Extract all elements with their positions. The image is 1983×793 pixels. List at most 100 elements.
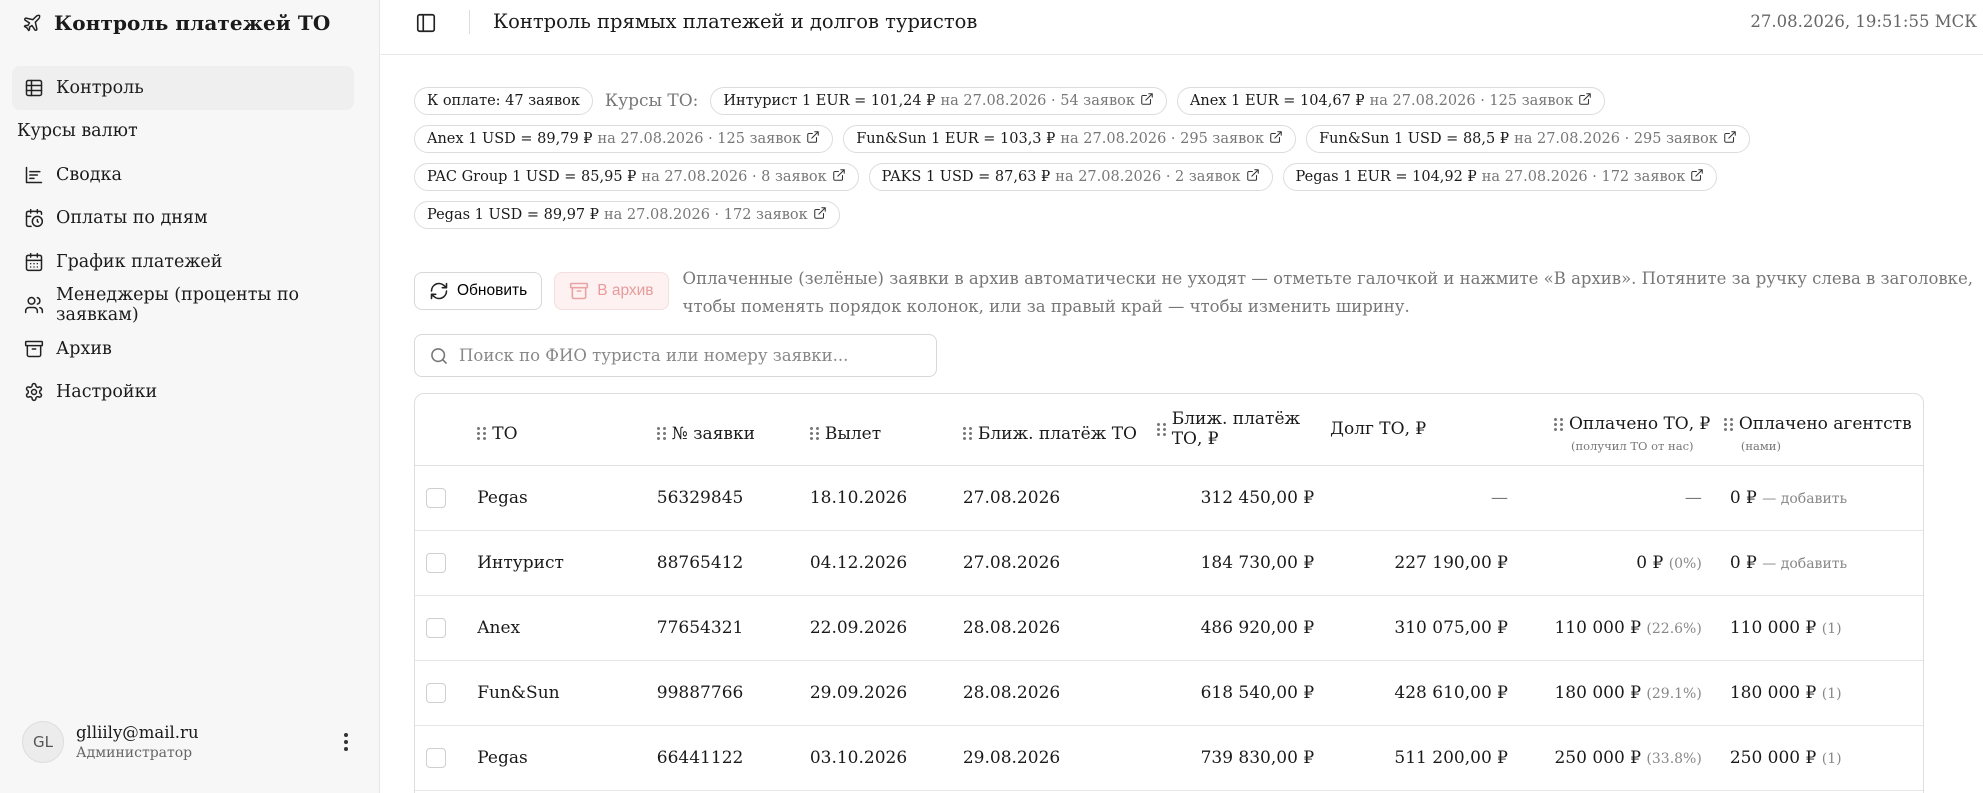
brand[interactable]: Контроль платежей ТО [22,8,330,38]
table-row[interactable]: Fun&Sun 99887766 29.09.2026 28.08.2026 6… [415,660,1923,725]
cell-paid-to: 0 ₽ (0%) [1636,552,1702,573]
drag-handle-icon[interactable] [809,427,819,440]
cell-debt: 511 200,00 ₽ [1394,747,1508,768]
drag-handle-icon[interactable] [1553,417,1563,431]
cell-to: Anex [477,617,521,638]
rate-chip[interactable]: Fun&Sun 1 EUR = 103,3 ₽ на 27.08.2026 · 2… [843,125,1297,153]
cell-next-date: 27.08.2026 [962,552,1061,573]
rate-chip[interactable]: Pegas 1 USD = 89,97 ₽ на 27.08.2026 · 172… [414,201,840,229]
calendar-clock-icon [24,208,44,228]
cell-debt: 227 190,00 ₽ [1394,552,1508,573]
sidebar-item-label: Курсы валют [17,121,138,142]
cell-to: Pegas [477,747,528,768]
table-header-row: ТО № заявки Вылет Ближ. платёж ТО Ближ. … [415,394,1923,466]
drag-handle-icon[interactable] [1156,422,1166,436]
cell-paid-agency[interactable]: 250 000 ₽ (1) [1718,725,1923,790]
sidebar-item-archive[interactable]: Архив [12,327,354,371]
column-header-departure[interactable]: Вылет [809,394,963,466]
add-payment-link[interactable]: — добавить [1762,491,1847,507]
cell-next-date: 27.08.2026 [962,487,1061,508]
table-row[interactable]: Pegas 66441122 03.10.2026 29.08.2026 739… [415,725,1923,790]
cell-order: 99887766 [656,682,744,703]
row-checkbox[interactable] [426,487,446,508]
rate-chip[interactable]: PAKS 1 USD = 87,63 ₽ на 27.08.2026 · 2 за… [868,163,1273,191]
refresh-icon [429,281,449,301]
column-header-paid-agency[interactable]: Оплачено агентств (нами) [1717,394,1923,466]
refresh-button[interactable]: Обновить [414,272,543,310]
column-header-to[interactable]: ТО [477,394,657,466]
drag-handle-icon[interactable] [656,427,666,440]
search-field[interactable] [414,334,937,377]
plane-icon [22,13,42,33]
rate-chip[interactable]: Anex 1 USD = 89,79 ₽ на 27.08.2026 · 125 … [414,125,834,153]
column-header-next-date[interactable]: Ближ. платёж ТО [962,394,1157,466]
user-profile[interactable]: GL glliily@mail.ru Администратор [22,718,358,766]
column-header-paid-to[interactable]: Оплачено ТО, ₽ (получил ТО от нас) [1523,394,1718,466]
drag-handle-icon[interactable] [1723,417,1733,431]
external-link-icon [1246,168,1260,186]
row-checkbox[interactable] [426,617,446,638]
rate-chip[interactable]: Anex 1 EUR = 104,67 ₽ на 27.08.2026 · 125… [1176,87,1606,115]
rate-chip[interactable]: Интурист 1 EUR = 101,24 ₽ на 27.08.2026 ·… [710,87,1167,115]
sidebar-toggle-icon[interactable] [415,12,439,36]
external-link-icon [1578,92,1592,110]
external-link-icon [1269,130,1283,148]
table-row[interactable]: Интурист 88765412 04.12.2026 27.08.2026 … [415,530,1923,595]
table-row[interactable]: Pegas 56329845 18.10.2026 27.08.2026 312… [415,465,1923,530]
archive-icon [569,281,589,301]
archive-button[interactable]: В архив [554,272,669,310]
column-header-order[interactable]: № заявки [656,394,810,466]
cell-debt: 428 610,00 ₽ [1394,682,1508,703]
users-icon [24,295,44,315]
cell-next-date: 28.08.2026 [962,682,1061,703]
cell-departure: 18.10.2026 [809,487,908,508]
rate-chip[interactable]: Fun&Sun 1 USD = 88,5 ₽ на 27.08.2026 · 29… [1306,125,1750,153]
sidebar-item-currency-rates[interactable]: Курсы валют [12,110,354,154]
row-checkbox[interactable] [426,747,446,768]
sidebar-item-settings[interactable]: Настройки [12,371,354,415]
cell-paid-agency[interactable]: 180 000 ₽ (1) [1718,660,1923,725]
cell-next-date: 28.08.2026 [962,617,1061,638]
drag-handle-icon[interactable] [962,427,972,440]
search-input[interactable] [459,346,919,365]
user-info: glliily@mail.ru Администратор [76,723,322,761]
add-payment-link[interactable]: — добавить [1762,556,1847,572]
cell-paid-agency[interactable]: 110 000 ₽ (1) [1718,595,1923,660]
header-divider [469,10,470,34]
cell-departure: 22.09.2026 [809,617,908,638]
cell-order: 88765412 [656,552,744,573]
sidebar-item-summary[interactable]: Сводка [12,153,354,197]
cell-paid-agency[interactable]: 0 ₽ — добавить [1718,465,1923,530]
sidebar-item-payment-schedule[interactable]: График платежей [12,240,354,284]
cell-to: Pegas [477,487,528,508]
archive-icon [24,339,44,359]
external-link-icon [813,206,827,224]
sidebar-item-label: Архив [56,338,112,359]
cell-paid-agency[interactable]: 0 ₽ — добавить [1718,530,1923,595]
sidebar-item-payments-by-day[interactable]: Оплаты по дням [12,197,354,241]
toolbar: Обновить В архив Оплаченные (зелёные) за… [414,265,1974,321]
main-content: Контроль прямых платежей и долгов турист… [381,0,1983,793]
column-header-debt[interactable]: Долг ТО, ₽ [1330,394,1524,466]
sidebar-item-control[interactable]: Контроль [12,66,354,110]
calendar-icon [24,252,44,272]
cell-paid-to: — [1684,487,1702,508]
page-title: Контроль прямых платежей и долгов турист… [493,10,978,33]
search-icon [429,346,449,366]
sidebar-item-managers[interactable]: Менеджеры (проценты по заявкам) [12,284,354,328]
rate-chip[interactable]: Pegas 1 EUR = 104,92 ₽ на 27.08.2026 · 17… [1282,163,1718,191]
rate-chip[interactable]: PAC Group 1 USD = 85,95 ₽ на 27.08.2026 ·… [414,163,859,191]
more-vertical-icon[interactable] [334,727,358,757]
table-row[interactable]: Anex 77654321 22.09.2026 28.08.2026 486 … [415,595,1923,660]
column-header-next-amount[interactable]: Ближ. платёж ТО, ₽ [1156,394,1331,466]
app-title: Контроль платежей ТО [54,11,331,35]
cell-departure: 04.12.2026 [809,552,908,573]
row-checkbox[interactable] [426,682,446,703]
row-checkbox[interactable] [426,552,446,573]
drag-handle-icon[interactable] [477,427,487,440]
external-link-icon [832,168,846,186]
sidebar-item-label: Настройки [56,382,158,403]
cell-next-date: 29.08.2026 [962,747,1061,768]
cell-to: Интурист [477,552,564,573]
external-link-icon [806,130,820,148]
